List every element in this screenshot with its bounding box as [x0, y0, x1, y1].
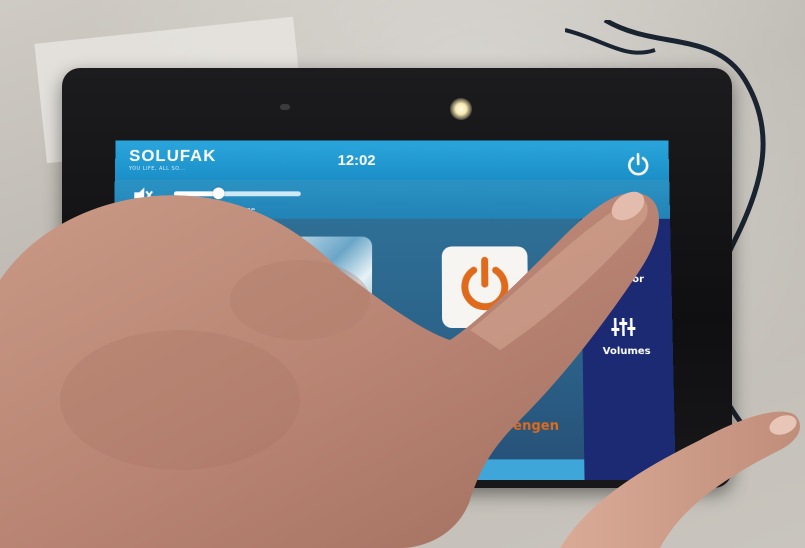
hand — [0, 191, 800, 548]
